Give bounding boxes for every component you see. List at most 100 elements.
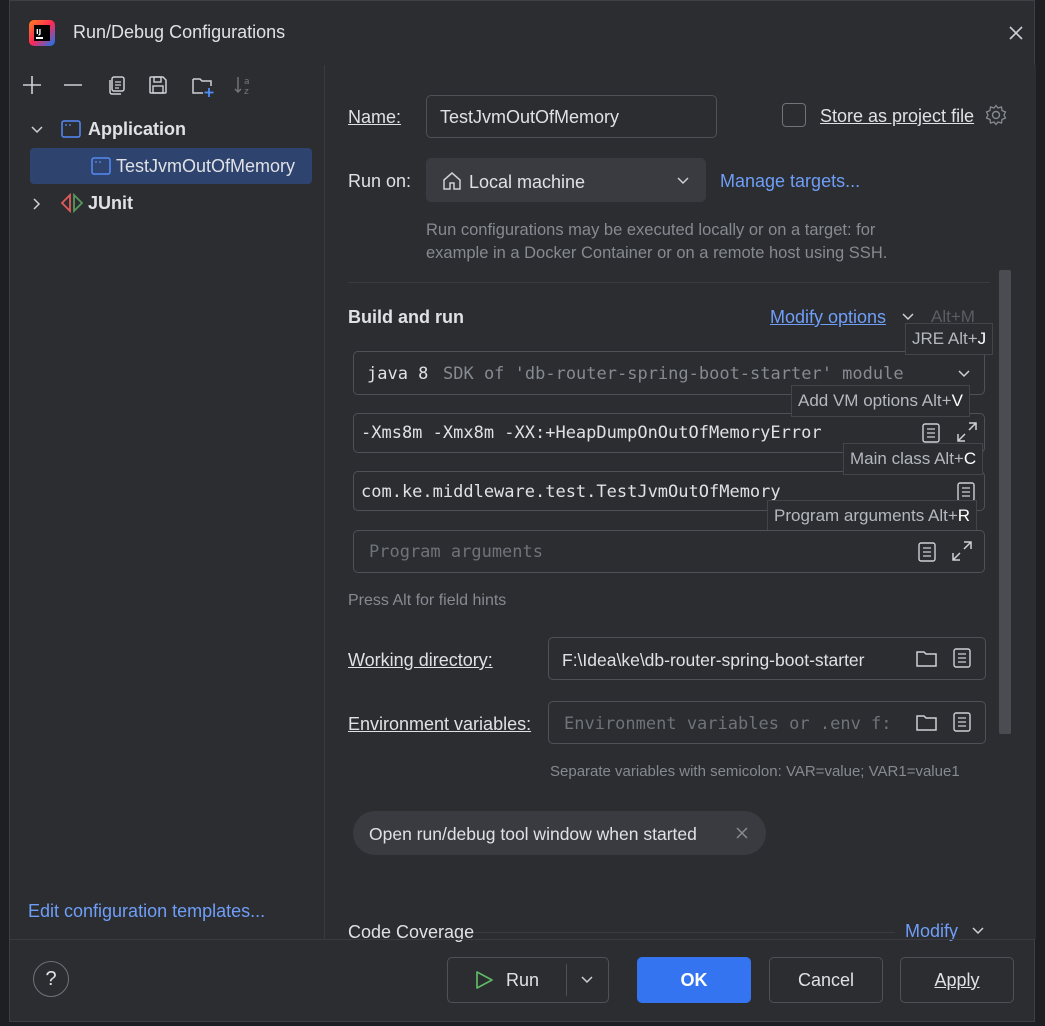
ok-label: OK xyxy=(680,969,708,990)
scrollbar-thumb[interactable] xyxy=(999,270,1011,734)
svg-text:a: a xyxy=(244,77,250,87)
run-on-select[interactable]: Local machine xyxy=(426,158,706,202)
chevron-down-icon[interactable] xyxy=(28,121,46,139)
tree-label-application: Application xyxy=(88,119,186,139)
jre-sdk-detail: SDK of 'db-router-spring-boot-starter' m… xyxy=(443,364,904,384)
environment-hint: Separate variables with semicolon: VAR=v… xyxy=(550,763,960,780)
add-icon[interactable] xyxy=(20,73,44,97)
cancel-label: Cancel xyxy=(797,969,855,990)
application-icon xyxy=(61,119,81,139)
title-bar: IJ Run/Debug Configurations xyxy=(10,1,1034,65)
store-checkbox[interactable] xyxy=(782,103,806,127)
tooltip-jre-key: J xyxy=(977,329,987,348)
ok-button[interactable]: OK xyxy=(637,957,751,1003)
folder-add-icon[interactable] xyxy=(190,73,216,99)
modify-options-text: Modify options xyxy=(770,307,887,327)
program-arguments-placeholder: Program arguments xyxy=(369,542,543,562)
tooltip-program-args: Program arguments Alt+R xyxy=(767,500,978,532)
modify-options-link[interactable]: Modify options xyxy=(770,307,886,328)
alt-hint: Press Alt for field hints xyxy=(348,592,507,609)
chevron-down-icon xyxy=(675,173,691,189)
open-tool-window-label: Open run/debug tool window when started xyxy=(369,824,697,844)
close-icon[interactable] xyxy=(1004,21,1028,45)
application-config-icon xyxy=(91,156,111,176)
run-on-hint-1: Run configurations may be executed local… xyxy=(426,221,876,239)
jre-sdk-main: java 8 xyxy=(367,364,429,384)
remove-icon[interactable] xyxy=(61,73,85,97)
tooltip-args-key: R xyxy=(957,506,971,525)
gear-icon[interactable] xyxy=(984,103,1008,127)
backdrop xyxy=(0,0,9,1026)
run-on-hint-2: example in a Docker Container or on a re… xyxy=(426,244,888,262)
intellij-logo-icon: IJ xyxy=(29,20,55,46)
working-directory-field[interactable]: F:\Idea\ke\db-router-spring-boot-starter xyxy=(548,637,986,680)
apply-label: Apply xyxy=(934,969,980,990)
environment-variables-field[interactable]: Environment variables or .env f: xyxy=(548,701,986,744)
run-debug-dialog: IJ Run/Debug Configurations az Applicati… xyxy=(9,0,1036,1024)
tree-node-application[interactable]: Application xyxy=(28,115,308,145)
copy-icon[interactable] xyxy=(105,73,129,97)
tooltip-jre: JRE Alt+J xyxy=(905,323,994,355)
svg-text:IJ: IJ xyxy=(36,28,41,36)
cancel-button[interactable]: Cancel xyxy=(769,957,883,1003)
tooltip-vm: Add VM options Alt+V xyxy=(791,385,970,417)
tooltip-vm-key: V xyxy=(951,391,963,410)
store-label[interactable]: Store as project file xyxy=(820,106,974,127)
working-directory-text: Working directory: xyxy=(348,650,493,670)
tooltip-args-text: Program arguments Alt+ xyxy=(774,506,958,525)
home-icon xyxy=(441,170,463,192)
window-title: Run/Debug Configurations xyxy=(73,22,286,42)
tree-node-junit[interactable]: JUnit xyxy=(28,189,308,219)
save-icon[interactable] xyxy=(146,73,170,97)
tooltip-main-text: Main class Alt+ xyxy=(850,449,964,468)
run-split-divider xyxy=(566,964,567,996)
build-and-run-heading: Build and run xyxy=(348,307,464,327)
vm-options-value: -Xms8m -Xmx8m -XX:+HeapDumpOnOutOfMemory… xyxy=(361,423,822,443)
document-icon[interactable] xyxy=(951,647,973,669)
tooltip-main-key: C xyxy=(963,449,977,468)
tree-node-selected-config[interactable]: TestJvmOutOfMemory xyxy=(30,148,312,184)
separator xyxy=(348,282,990,283)
edit-templates-link[interactable]: Edit configuration templates... xyxy=(28,901,265,922)
svg-text:z: z xyxy=(244,87,249,96)
apply-button[interactable]: Apply xyxy=(900,957,1014,1003)
tree-label-junit: JUnit xyxy=(88,193,133,213)
chevron-down-icon[interactable] xyxy=(970,923,986,939)
expand-icon[interactable] xyxy=(955,420,979,444)
junit-icon xyxy=(60,192,84,214)
sort-icon: az xyxy=(232,73,256,97)
chevron-down-icon[interactable] xyxy=(579,972,595,988)
button-bar: ? Run OK Cancel Apply xyxy=(10,939,1034,1024)
name-label-text: Name: xyxy=(348,107,402,127)
document-icon[interactable] xyxy=(951,711,973,733)
expand-icon[interactable] xyxy=(950,539,974,563)
run-button[interactable]: Run xyxy=(447,957,609,1003)
working-directory-label: Working directory: xyxy=(348,650,493,671)
folder-icon[interactable] xyxy=(915,648,939,670)
name-value: TestJvmOutOfMemory xyxy=(440,107,620,127)
run-on-value: Local machine xyxy=(469,172,586,192)
document-icon[interactable] xyxy=(916,541,938,563)
code-coverage-separator xyxy=(475,932,895,933)
document-icon[interactable] xyxy=(920,422,942,444)
run-triangle-icon xyxy=(473,969,495,991)
manage-targets-link[interactable]: Manage targets... xyxy=(720,171,860,192)
close-icon[interactable] xyxy=(734,825,750,841)
help-button[interactable]: ? xyxy=(33,961,69,997)
name-label: Name: xyxy=(348,107,401,128)
tooltip-main-class: Main class Alt+C xyxy=(843,443,984,475)
tree-label-selected-config: TestJvmOutOfMemory xyxy=(116,156,296,176)
main-class-value: com.ke.middleware.test.TestJvmOutOfMemor… xyxy=(361,482,781,502)
environment-variables-text: Environment variables: xyxy=(348,714,532,734)
config-form-pane: Name: TestJvmOutOfMemory Store as projec… xyxy=(325,65,1036,942)
program-arguments-field[interactable]: Program arguments xyxy=(353,530,985,573)
tooltip-vm-text: Add VM options Alt+ xyxy=(798,391,952,410)
name-field[interactable]: TestJvmOutOfMemory xyxy=(426,95,717,138)
chevron-right-icon[interactable] xyxy=(28,195,46,213)
open-tool-window-chip[interactable]: Open run/debug tool window when started xyxy=(353,811,766,855)
folder-icon[interactable] xyxy=(915,712,939,734)
working-directory-value: F:\Idea\ke\db-router-spring-boot-starter xyxy=(562,650,865,670)
config-tree-pane: az Application TestJvmOutOfMemory JUnit … xyxy=(10,65,325,939)
help-icon: ? xyxy=(45,967,57,990)
environment-variables-placeholder: Environment variables or .env f: xyxy=(564,714,892,734)
